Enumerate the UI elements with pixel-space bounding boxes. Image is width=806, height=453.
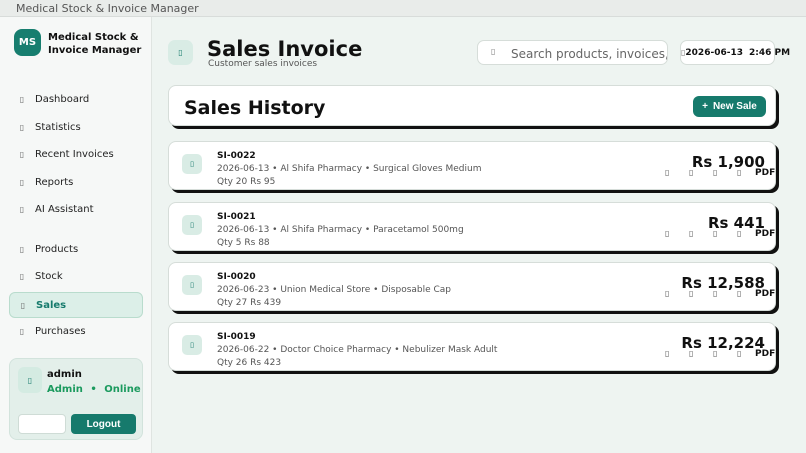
sidebar-item-sales[interactable]: ▯ Sales [9,292,143,318]
user-card: ▯ admin Admin • Online Logout [9,358,143,440]
sidebar-item-label: Sales [36,299,67,311]
invoice-id: SI-0020 [217,272,256,282]
view-icon[interactable]: ▯ [665,349,669,358]
dashboard-icon: ▯ [19,94,25,104]
invoice-id: SI-0021 [217,212,256,222]
print-icon[interactable]: ▯ [713,289,717,298]
search-input[interactable] [511,44,667,63]
logout-button[interactable]: Logout [71,414,136,434]
status-separator: • [90,384,97,395]
sidebar-item-recent-invoices[interactable]: ▯ Recent Invoices [9,141,143,167]
sidebar-item-label: Recent Invoices [35,148,114,160]
current-date: 2026-06-13 [685,47,743,58]
edit-icon[interactable]: ▯ [689,229,693,238]
sidebar-item-products[interactable]: ▯ Products [9,236,143,262]
pdf-button[interactable]: PDF [755,349,775,359]
current-time: 2:46 PM [748,47,791,58]
edit-icon[interactable]: ▯ [689,168,693,177]
invoice-quantity-rate: Qty 5 Rs 88 [217,238,270,248]
date-time-display: ▯ 2026-06-13 2:46 PM [680,40,790,65]
sidebar-item-statistics[interactable]: ▯ Statistics [9,114,143,140]
invoice-quantity-rate: Qty 27 Rs 439 [217,298,282,308]
sidebar-item-stock[interactable]: ▯ Stock [9,263,143,289]
user-name: admin [47,369,82,380]
delete-icon[interactable]: ▯ [737,349,741,358]
title-bar: Medical Stock & Invoice Manager [0,0,806,17]
page-title: Sales Invoice [207,37,363,61]
sales-icon: ▯ [20,300,26,310]
purchases-icon: ▯ [19,326,25,336]
search-box[interactable]: ▯ [477,40,668,65]
new-sale-button[interactable]: + New Sale [693,96,766,117]
print-icon[interactable]: ▯ [713,229,717,238]
sidebar-item-label: Reports [35,176,74,188]
print-icon[interactable]: ▯ [713,349,717,358]
delete-icon[interactable]: ▯ [737,289,741,298]
invoice-card[interactable]: ▯ SI-0021 2026-06-13 • Al Shifa Pharmacy… [168,202,776,251]
pdf-button[interactable]: PDF [755,289,775,299]
search-icon: ▯ [491,47,496,56]
invoice-card[interactable]: ▯ SI-0019 2026-06-22 • Doctor Choice Pha… [168,322,776,371]
sidebar-item-label: AI Assistant [35,203,94,215]
user-settings-box[interactable] [18,414,66,434]
invoice-actions: ▯ ▯ ▯ ▯ PDF [659,349,775,363]
invoice-quantity-rate: Qty 20 Rs 95 [217,177,276,187]
invoice-id: SI-0022 [217,151,256,161]
invoice-card[interactable]: ▯ SI-0020 2026-06-23 • Union Medical Sto… [168,262,776,311]
sidebar-item-label: Stock [35,270,63,282]
invoice-description: 2026-06-13 • Al Shifa Pharmacy • Surgica… [217,164,482,174]
brand-logo: MS [14,29,41,56]
sidebar-item-ai-assistant[interactable]: ▯ AI Assistant [9,196,143,222]
brand-name: Medical Stock & Invoice Manager [48,32,142,56]
invoice-quantity-rate: Qty 26 Rs 423 [217,358,282,368]
user-role: Admin [47,384,83,395]
edit-icon[interactable]: ▯ [689,289,693,298]
view-icon[interactable]: ▯ [665,168,669,177]
invoice-actions: ▯ ▯ ▯ ▯ PDF [659,289,775,303]
delete-icon[interactable]: ▯ [737,229,741,238]
new-sale-label: New Sale [712,101,757,112]
stock-icon: ▯ [19,271,25,281]
view-icon[interactable]: ▯ [665,229,669,238]
sidebar-item-label: Statistics [35,121,81,133]
sales-invoice-icon: ▯ [168,40,193,65]
invoice-actions: ▯ ▯ ▯ ▯ PDF [659,168,775,182]
invoice-description: 2026-06-23 • Union Medical Store • Dispo… [217,285,452,295]
print-icon[interactable]: ▯ [713,168,717,177]
invoice-description: 2026-06-13 • Al Shifa Pharmacy • Paracet… [217,225,464,235]
products-icon: ▯ [19,244,25,254]
sidebar-item-reports[interactable]: ▯ Reports [9,169,143,195]
user-avatar-icon: ▯ [18,367,42,393]
plus-icon: + [702,101,708,112]
page-subtitle: Customer sales invoices [208,59,318,69]
invoice-description: 2026-06-22 • Doctor Choice Pharmacy • Ne… [217,345,498,355]
user-role-status: Admin • Online [47,384,141,395]
delete-icon[interactable]: ▯ [737,168,741,177]
online-status: Online [104,384,141,395]
invoice-icon: ▯ [182,335,202,355]
pdf-button[interactable]: PDF [755,229,775,239]
invoice-icon: ▯ [182,215,202,235]
invoices-icon: ▯ [19,149,25,159]
sidebar-item-dashboard[interactable]: ▯ Dashboard [9,86,143,112]
invoice-card[interactable]: ▯ SI-0022 2026-06-13 • Al Shifa Pharmacy… [168,141,776,190]
reports-icon: ▯ [19,177,25,187]
edit-icon[interactable]: ▯ [689,349,693,358]
sales-history-title: Sales History [184,97,326,119]
sidebar: MS Medical Stock & Invoice Manager ▯ Das… [0,17,152,453]
invoice-icon: ▯ [182,275,202,295]
sidebar-item-purchases[interactable]: ▯ Purchases [9,318,143,344]
invoice-actions: ▯ ▯ ▯ ▯ PDF [659,229,775,243]
sales-history-header: Sales History + New Sale [168,85,776,126]
sidebar-item-label: Purchases [35,325,86,337]
view-icon[interactable]: ▯ [665,289,669,298]
pdf-button[interactable]: PDF [755,168,775,178]
sidebar-item-label: Dashboard [35,93,90,105]
assistant-icon: ▯ [19,204,25,214]
statistics-icon: ▯ [19,122,25,132]
invoice-id: SI-0019 [217,332,256,342]
sidebar-item-label: Products [35,243,79,255]
window-title: Medical Stock & Invoice Manager [16,2,199,15]
invoice-icon: ▯ [182,154,202,174]
